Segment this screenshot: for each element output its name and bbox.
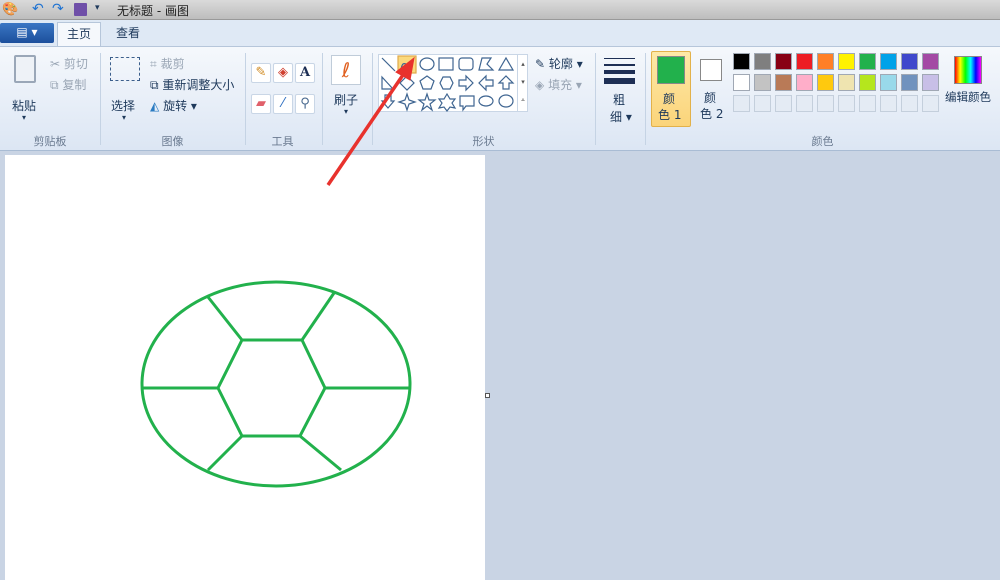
annotation-arrow	[326, 71, 407, 186]
drawn-hexagon	[216, 338, 327, 438]
drawn-line	[299, 434, 342, 472]
drawn-line	[300, 292, 336, 341]
drawn-line	[206, 296, 244, 341]
drawn-line	[206, 434, 244, 472]
annotation-arrowhead	[395, 56, 415, 81]
drawing-layer	[140, 56, 415, 488]
drawn-ellipse	[140, 280, 412, 488]
